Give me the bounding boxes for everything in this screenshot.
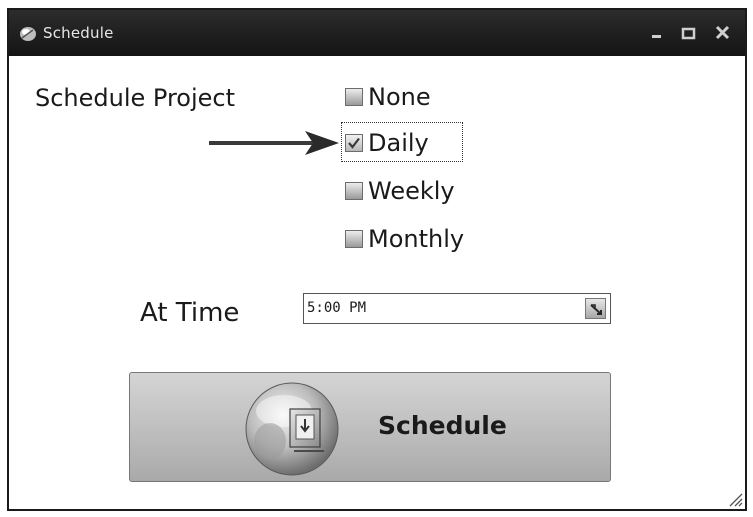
app-logo-icon: [20, 27, 36, 41]
maximize-button[interactable]: [677, 22, 701, 44]
checkbox-weekly[interactable]: [345, 182, 363, 200]
arrow-right-icon: [209, 131, 339, 155]
checkbox-monthly[interactable]: [345, 230, 363, 248]
time-picker-button[interactable]: [585, 298, 606, 319]
at-time-label: At Time: [140, 298, 240, 328]
schedule-button-label: Schedule: [378, 411, 507, 440]
check-icon: [348, 137, 360, 149]
option-monthly[interactable]: Monthly: [345, 222, 464, 256]
close-button[interactable]: [711, 22, 735, 44]
calendar-disc-icon: [245, 382, 339, 476]
option-monthly-label: Monthly: [368, 225, 465, 253]
close-icon: [715, 25, 730, 40]
resize-grip-icon[interactable]: [727, 491, 743, 507]
maximize-icon: [681, 27, 696, 40]
checkbox-none[interactable]: [345, 88, 363, 106]
option-weekly[interactable]: Weekly: [345, 174, 455, 208]
option-daily[interactable]: Daily: [345, 126, 429, 160]
time-value: 5:00 PM: [307, 300, 367, 316]
title-bar[interactable]: Schedule: [9, 10, 745, 56]
schedule-button[interactable]: Schedule: [129, 372, 611, 482]
window-content: Schedule Project None Daily Weekly Month…: [9, 56, 745, 509]
time-input[interactable]: 5:00 PM: [303, 293, 611, 324]
option-daily-label: Daily: [368, 129, 429, 157]
clock-picker-icon: [590, 304, 602, 315]
option-weekly-label: Weekly: [368, 177, 455, 205]
checkbox-daily[interactable]: [345, 134, 363, 152]
option-none[interactable]: None: [345, 80, 431, 114]
window-title: Schedule: [43, 24, 114, 42]
minimize-icon: [652, 35, 661, 38]
option-none-label: None: [368, 83, 431, 111]
schedule-project-label: Schedule Project: [35, 84, 236, 112]
minimize-button[interactable]: [645, 22, 669, 44]
schedule-window: Schedule Schedule Project None Daily Wee…: [7, 8, 747, 511]
